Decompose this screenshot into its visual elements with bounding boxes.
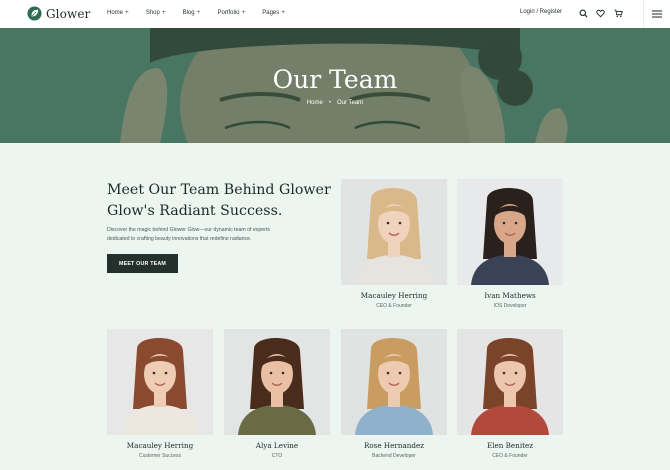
team-card: Rose Hernandez Backend Developer — [341, 329, 447, 459]
plus-icon: + — [125, 9, 129, 16]
team-member-role: CTO — [271, 453, 283, 459]
breadcrumb-separator-icon: • — [328, 100, 331, 106]
heading-line: Meet Our Team Behind Glower — [107, 182, 331, 198]
page-title: Our Team — [272, 65, 398, 94]
nav-label: Portfolio — [217, 9, 240, 16]
team-member-name: Alya Levine — [255, 441, 299, 450]
portrait-image — [457, 179, 563, 285]
team-member-role: CEO & Founder — [376, 303, 412, 309]
brand-logo[interactable]: Glower — [27, 6, 90, 21]
menu-icon — [652, 10, 662, 18]
team-member-photo[interactable] — [457, 179, 563, 285]
plus-icon: + — [241, 9, 246, 16]
main-nav: Home + Shop + Blog + Portfolio + Pages + — [107, 9, 302, 16]
portrait-image — [224, 329, 330, 435]
team-member-name: Macauley Herring — [360, 291, 428, 300]
login-register-link[interactable]: Login / Register — [520, 9, 562, 15]
nav-label: Blog — [182, 9, 195, 16]
team-card: Elen Benitez CEO & Founder — [457, 329, 563, 459]
team-card: Alya Levine CTO — [224, 329, 330, 459]
team-member-name: Elen Benitez — [486, 441, 534, 450]
team-member-name: Macauley Herring — [126, 441, 194, 450]
team-member-photo[interactable] — [107, 329, 213, 435]
plus-icon: + — [196, 9, 201, 16]
search-icon[interactable] — [579, 9, 588, 18]
heading-line: Glow's Radiant Success. — [107, 203, 283, 219]
cart-icon[interactable] — [614, 9, 623, 18]
team-member-photo[interactable] — [457, 329, 563, 435]
leaf-logo-icon — [27, 6, 42, 21]
portrait-image — [107, 329, 213, 435]
plus-icon: + — [281, 9, 286, 16]
brand-name: Glower — [46, 6, 91, 21]
portrait-image — [341, 329, 447, 435]
plus-icon: + — [161, 9, 166, 16]
site-header: Glower Home + Shop + Blog + Portfolio + Page… — [0, 0, 670, 28]
team-card: Macauley Herring Customer Success — [107, 329, 213, 459]
nav-item-portfolio[interactable]: Portfolio + — [217, 9, 245, 16]
nav-item-home[interactable]: Home + — [107, 9, 129, 16]
team-member-role: Customer Success — [139, 453, 181, 459]
team-section-heading: Meet Our Team Behind Glower Glow's Radia… — [107, 180, 337, 222]
breadcrumb-current: Our Team — [336, 100, 364, 106]
portrait-image — [457, 329, 563, 435]
nav-item-pages[interactable]: Pages + — [262, 9, 285, 16]
heart-icon[interactable] — [596, 9, 605, 18]
team-section-description: Discover the magic behind Glower Glow—ou… — [107, 226, 322, 244]
breadcrumb-home-link[interactable]: Home — [307, 100, 323, 106]
nav-label: Shop — [145, 9, 160, 16]
team-member-photo[interactable] — [341, 329, 447, 435]
breadcrumb: Home • Our Team — [0, 100, 670, 106]
nav-item-shop[interactable]: Shop + — [146, 9, 166, 16]
team-member-role: Backend Developer — [372, 453, 416, 459]
meet-our-team-button[interactable]: MEET OUR TEAM — [107, 254, 178, 273]
team-member-name: Ivan Mathews — [484, 291, 536, 300]
nav-label: Home — [107, 9, 124, 16]
hero-banner: Our Team Home • Our Team — [0, 28, 670, 143]
team-member-role: IOS Developer — [493, 303, 527, 309]
nav-label: Pages — [262, 9, 280, 16]
team-member-name: Rose Hernandez — [363, 441, 425, 450]
menu-button[interactable] — [643, 0, 670, 28]
team-card: Ivan Mathews IOS Developer — [457, 179, 563, 309]
description-line: dedicated to crafting beauty innovations… — [107, 235, 252, 242]
nav-item-blog[interactable]: Blog + — [183, 9, 201, 16]
description-line: Discover the magic behind Glower Glow—ou… — [107, 227, 270, 233]
team-member-photo[interactable] — [341, 179, 447, 285]
portrait-image — [341, 179, 447, 285]
team-member-role: CEO & Founder — [492, 453, 528, 459]
team-card: Macauley Herring CEO & Founder — [341, 179, 447, 309]
team-member-photo[interactable] — [224, 329, 330, 435]
